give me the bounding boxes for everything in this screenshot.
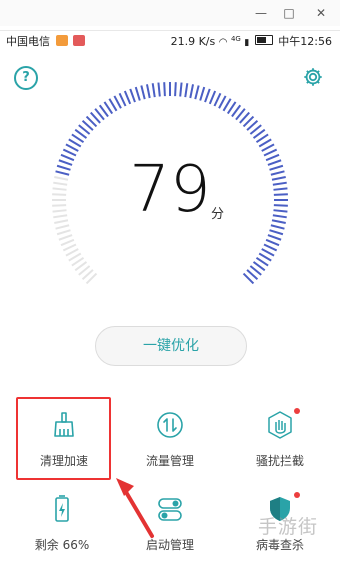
gauge-tick	[184, 83, 189, 98]
window-titlebar: — □ ✕	[0, 0, 340, 26]
tool-label: 剩余 66%	[34, 538, 90, 552]
gauge-tick	[163, 82, 166, 97]
gauge-tick	[60, 238, 75, 247]
gauge-tick	[273, 204, 288, 207]
gauge-tick	[269, 229, 284, 236]
gauge-tick	[258, 252, 272, 262]
message-badge-icon	[73, 35, 85, 46]
gauge-tick	[118, 92, 127, 107]
gauge-tick	[62, 243, 77, 252]
gauge-tick	[68, 138, 82, 148]
tool-label: 流量管理	[145, 454, 194, 468]
gauge-tick	[273, 193, 288, 196]
gauge-tick	[53, 181, 68, 186]
gauge-tick	[52, 204, 67, 207]
battery-icon	[55, 495, 69, 522]
wifi-icon: ◠	[218, 37, 228, 48]
annotation-arrow	[116, 478, 154, 538]
gauge-tick	[258, 138, 272, 148]
gauge-tick	[151, 83, 156, 98]
gauge-tick	[123, 90, 132, 105]
gauge-tick	[273, 209, 288, 213]
gauge-tick	[140, 85, 146, 100]
watermark: 手游街	[258, 516, 319, 538]
gauge-tick	[145, 84, 151, 99]
gauge-tick	[52, 209, 67, 213]
gauge-tick	[54, 219, 69, 225]
gauge-tick	[58, 234, 73, 241]
gauge-tick	[272, 181, 287, 186]
minimize-button[interactable]: —	[252, 4, 270, 22]
gauge-tick	[60, 153, 75, 162]
signal-icon: ▮	[244, 38, 250, 48]
gauge-tick	[55, 224, 70, 230]
annotation-highlight-box	[16, 397, 111, 480]
close-button[interactable]: ✕	[312, 4, 330, 22]
gauge-tick	[204, 88, 211, 103]
clock: 中午12:56	[278, 35, 332, 48]
gauge-tick	[58, 159, 73, 166]
gauge-tick	[65, 248, 79, 257]
gauge-tick	[213, 92, 222, 107]
gauge-tick	[261, 143, 275, 152]
gauge-tick	[68, 252, 82, 262]
score-unit: 分	[211, 207, 225, 222]
gauge-tick	[218, 95, 227, 109]
gauge-tick	[265, 153, 280, 162]
gauge-tick	[108, 98, 118, 112]
maximize-button[interactable]: □	[280, 4, 298, 22]
new-badge	[294, 408, 300, 414]
gauge-tick	[222, 98, 232, 112]
tool-battery[interactable]: 剩余 66%	[12, 488, 112, 568]
traffic-icon	[157, 412, 183, 438]
signal-label: 4G	[230, 35, 241, 43]
gauge-tick	[52, 193, 67, 196]
gauge-tick	[271, 219, 286, 225]
gauge-tick	[265, 238, 280, 247]
gauge-tick	[269, 164, 284, 171]
gauge-tick	[194, 85, 200, 100]
gauge-tick	[261, 248, 275, 257]
gauge-tick	[56, 164, 71, 171]
gauge-tick	[53, 214, 68, 219]
gauge-tick	[267, 159, 282, 166]
gauge-tick	[56, 229, 71, 236]
gauge-tick	[129, 88, 136, 103]
gauge-tick	[263, 148, 278, 157]
gauge-tick	[271, 175, 286, 181]
gauge-tick	[55, 170, 70, 176]
gauge-tick	[134, 86, 141, 101]
gauge-tick	[263, 243, 278, 252]
gauge-tick	[179, 82, 183, 97]
gauge-tick	[65, 143, 79, 152]
gauge-tick	[272, 214, 287, 219]
gauge-tick	[267, 234, 282, 241]
gauge-tick	[157, 82, 161, 97]
notification-badge-icon	[55, 35, 68, 46]
gauge-tick	[208, 90, 217, 105]
gauge-tick	[54, 175, 69, 181]
gauge-tick	[189, 84, 195, 99]
gauge-tick	[199, 86, 206, 101]
gear-icon[interactable]	[302, 66, 324, 88]
new-badge	[294, 492, 300, 498]
carrier-name: 中国电信	[6, 35, 50, 48]
gauge-tick	[174, 82, 177, 97]
gauge-tick	[62, 148, 77, 157]
gauge-tick	[270, 170, 285, 176]
hand-icon	[268, 411, 292, 439]
battery-status-icon	[254, 35, 273, 45]
gauge-tick	[52, 187, 67, 191]
gauge-tick	[270, 224, 285, 230]
tool-harassment-block[interactable]: 骚扰拦截	[230, 404, 330, 484]
gauge-tick	[113, 95, 122, 109]
gauge-tick	[273, 187, 288, 191]
status-bar: 中国电信 21.9 K/s ◠ 4G ▮ 中午12:56	[0, 30, 340, 51]
score-value: 79	[129, 153, 211, 227]
network-speed: 21.9 K/s	[170, 35, 216, 48]
help-button[interactable]: ?	[14, 66, 38, 90]
one-click-optimize-button[interactable]: 一键优化	[95, 326, 247, 366]
tool-label: 骚扰拦截	[255, 454, 304, 468]
